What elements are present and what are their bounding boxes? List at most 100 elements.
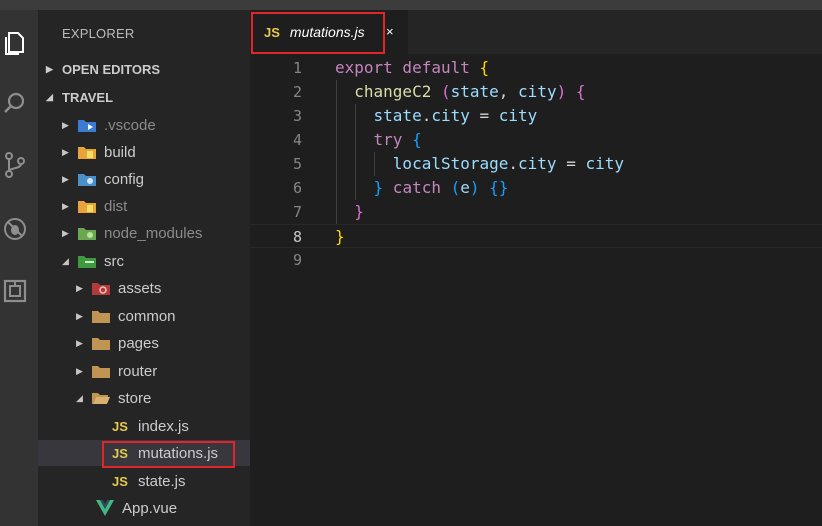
- tree-item-store[interactable]: ◢ store: [38, 385, 250, 411]
- close-icon[interactable]: ×: [386, 24, 394, 39]
- files-icon[interactable]: [0, 26, 30, 60]
- tree-item-router[interactable]: ▶ router: [38, 358, 250, 384]
- code-token: }: [354, 202, 364, 221]
- code-token: catch: [383, 178, 451, 197]
- code-token: {: [575, 82, 586, 101]
- tree-item-dist[interactable]: ▶ dist: [38, 193, 250, 219]
- tree-item-label: index.js: [138, 417, 189, 435]
- search-icon[interactable]: [0, 86, 30, 120]
- line-number: 1: [292, 59, 302, 77]
- line-number: 6: [292, 179, 302, 197]
- activity-bar: [0, 10, 38, 526]
- highlight-box-tab: [251, 12, 385, 54]
- code-token: (: [450, 178, 461, 197]
- code-token: city: [518, 82, 557, 101]
- code-text: changeC2 (state, city) {: [335, 80, 585, 104]
- chevron-right-icon: ▶: [76, 365, 83, 376]
- code-token: try: [373, 130, 413, 149]
- tree-item-vscode[interactable]: ▶ .vscode: [38, 112, 250, 138]
- chevron-down-icon: ◢: [46, 91, 53, 102]
- tree-item-label: pages: [118, 334, 159, 352]
- node-modules-folder-icon: [78, 225, 96, 241]
- code-text: localStorage.city = city: [335, 152, 624, 176]
- tree-item-config[interactable]: ▶ config: [38, 166, 250, 192]
- explorer-title: EXPLORER: [62, 26, 135, 41]
- tree-item-app-vue[interactable]: App.vue: [38, 495, 250, 521]
- tree-item-common[interactable]: ▶ common: [38, 303, 250, 329]
- code-token: }: [335, 227, 345, 246]
- js-icon: JS: [112, 418, 128, 434]
- tree-item-build[interactable]: ▶ build: [38, 139, 250, 165]
- code-token: city: [585, 154, 624, 173]
- code-line[interactable]: 5 localStorage.city = city: [250, 152, 822, 176]
- code-token: city: [498, 106, 538, 125]
- code-token: city: [431, 106, 470, 125]
- code-line[interactable]: 4 try {: [250, 128, 822, 152]
- code-token: {}: [489, 178, 509, 197]
- code-line[interactable]: 8}: [250, 224, 822, 248]
- chevron-right-icon: ▶: [62, 119, 69, 130]
- code-token: changeC2: [354, 82, 441, 101]
- folder-open-icon: [92, 390, 110, 406]
- code-token: localStorage: [392, 154, 509, 173]
- tree-item-label: config: [104, 170, 145, 188]
- code-line[interactable]: 1 export default {: [250, 56, 822, 80]
- code-token: }: [373, 178, 384, 197]
- code-line[interactable]: 9: [250, 248, 822, 272]
- tree-item-label: node_modules: [104, 224, 203, 242]
- extensions-icon[interactable]: [0, 274, 30, 308]
- tree-item-label: assets: [118, 279, 162, 297]
- tree-item-label: dist: [104, 197, 128, 215]
- js-icon: JS: [112, 473, 128, 489]
- code-token: ): [469, 178, 490, 197]
- code-line[interactable]: 7 }: [250, 200, 822, 224]
- chevron-right-icon: ▶: [76, 310, 83, 321]
- line-number: 9: [292, 251, 302, 269]
- explorer-sidebar: EXPLORER ▶ OPEN EDITORS ◢ TRAVEL ▶ .vsco…: [38, 10, 250, 526]
- chevron-down-icon: ◢: [62, 255, 69, 266]
- code-token: ): [556, 82, 576, 101]
- tree-item-label: src: [104, 252, 124, 270]
- debug-icon[interactable]: [0, 212, 30, 246]
- config-folder-icon: [78, 171, 96, 187]
- tree-item-index-js[interactable]: JS index.js: [38, 413, 250, 439]
- chevron-right-icon: ▶: [62, 227, 69, 238]
- tree-item-label: build: [104, 143, 136, 161]
- section-open-editors[interactable]: ▶ OPEN EDITORS: [38, 58, 250, 80]
- source-control-icon[interactable]: [0, 148, 30, 182]
- code-token: state: [373, 106, 422, 125]
- section-travel[interactable]: ◢ TRAVEL: [38, 86, 250, 108]
- section-label: TRAVEL: [62, 89, 114, 105]
- line-number: 5: [292, 155, 302, 173]
- code-line[interactable]: 3 state.city = city: [250, 104, 822, 128]
- tree-item-node-modules[interactable]: ▶ node_modules: [38, 220, 250, 246]
- code-token: {: [412, 130, 422, 149]
- assets-folder-icon: [92, 280, 110, 296]
- code-token: export default: [335, 58, 480, 77]
- chevron-right-icon: ▶: [76, 282, 83, 293]
- code-text: state.city = city: [335, 104, 538, 128]
- tree-item-assets[interactable]: ▶ assets: [38, 275, 250, 301]
- tree-item-state-js[interactable]: JS state.js: [38, 468, 250, 494]
- folder-icon: [92, 308, 110, 324]
- tree-item-label: state.js: [138, 472, 186, 490]
- tree-item-label: App.vue: [122, 499, 178, 517]
- build-folder-icon: [78, 144, 96, 160]
- tree-item-pages[interactable]: ▶ pages: [38, 330, 250, 356]
- code-line[interactable]: 2 changeC2 (state, city) {: [250, 80, 822, 104]
- chevron-down-icon: ◢: [76, 392, 83, 403]
- folder-icon: [92, 335, 110, 351]
- code-text: try {: [335, 128, 422, 152]
- code-token: ,: [498, 82, 519, 101]
- tree-item-label: common: [118, 307, 176, 325]
- code-line[interactable]: 6 } catch (e) {}: [250, 176, 822, 200]
- editor-area: JS mutations.js × 1 export default {2 cha…: [250, 10, 822, 526]
- vue-icon: [96, 500, 114, 516]
- tree-item-src[interactable]: ◢ src: [38, 248, 250, 274]
- chevron-right-icon: ▶: [62, 200, 69, 211]
- highlight-box-sidebar: [102, 441, 235, 468]
- line-number: 7: [292, 203, 302, 221]
